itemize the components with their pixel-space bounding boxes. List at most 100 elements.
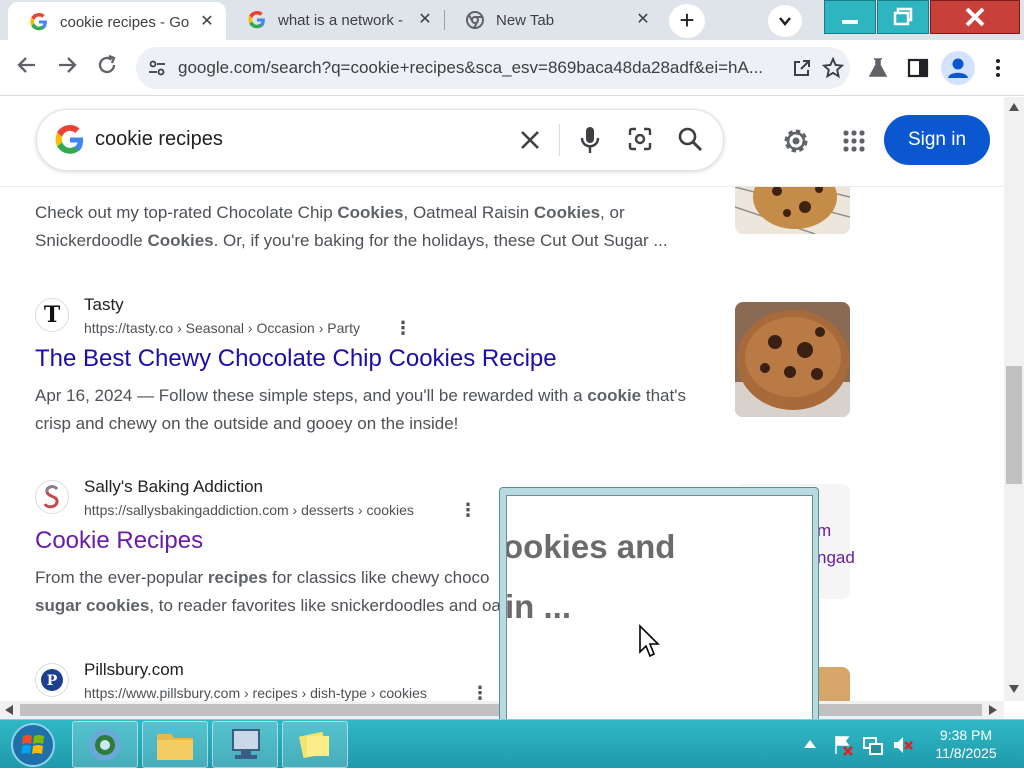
- partial-link-line: m: [817, 521, 832, 540]
- result-snippet: Apr 16, 2024 — Follow these simple steps…: [35, 386, 686, 433]
- vertical-scroll-thumb[interactable]: [1006, 366, 1022, 484]
- action-center-flag-icon[interactable]: [832, 734, 854, 756]
- taskbar-notes-app[interactable]: [282, 721, 348, 768]
- result-url[interactable]: https://tasty.co › Seasonal › Occasion ›…: [84, 320, 360, 336]
- network-icon[interactable]: [862, 734, 884, 756]
- clear-search-icon[interactable]: [519, 129, 541, 151]
- result-options-icon[interactable]: ⋮: [459, 501, 477, 519]
- result-url[interactable]: https://sallysbakingaddiction.com › dess…: [84, 502, 414, 518]
- result-title-link[interactable]: Cookie Recipes: [35, 527, 203, 555]
- computer-icon: [232, 729, 260, 759]
- search-icon[interactable]: [677, 126, 703, 152]
- google-g-icon: [30, 13, 48, 31]
- show-hidden-icons-icon[interactable]: [804, 740, 816, 748]
- back-button[interactable]: [13, 54, 41, 82]
- gear-icon[interactable]: [781, 126, 811, 156]
- mouse-cursor-icon: [639, 624, 660, 658]
- browser-app-icon: [89, 729, 121, 761]
- pillsbury-favicon: P: [35, 663, 69, 697]
- share-icon[interactable]: [792, 58, 812, 78]
- restore-icon: [893, 7, 913, 26]
- more-menu-icon[interactable]: [986, 56, 1010, 80]
- profile-avatar[interactable]: [941, 51, 975, 85]
- partial-link-line: ngad: [817, 548, 855, 567]
- windows-logo-icon: [11, 723, 55, 767]
- minimize-button[interactable]: [824, 0, 876, 34]
- result-site-name[interactable]: Pillsbury.com: [84, 660, 184, 680]
- clock-time: 9:38 PM: [939, 727, 993, 743]
- tab-cookie-recipes[interactable]: cookie recipes - Go ✕: [8, 2, 226, 42]
- reload-icon: [98, 54, 116, 74]
- apps-grid-icon[interactable]: [842, 129, 866, 153]
- chevron-down-icon: [779, 17, 791, 26]
- magnified-text: in ...: [506, 588, 571, 625]
- result-thumbnail[interactable]: [735, 302, 850, 417]
- chrome-icon: [466, 11, 484, 29]
- scroll-down-arrow-icon[interactable]: [1009, 685, 1019, 693]
- new-tab-button[interactable]: +: [669, 4, 705, 38]
- result-snippet: Check out my top-rated Chocolate Chip Co…: [35, 203, 668, 250]
- partial-link-text[interactable]: m ngad: [817, 517, 855, 571]
- result-url[interactable]: https://www.pillsbury.com › recipes › di…: [84, 685, 427, 701]
- microphone-icon[interactable]: [579, 125, 601, 155]
- cookie-image: [735, 187, 850, 234]
- tab-label: what is a network -: [278, 11, 404, 29]
- minimize-icon: [842, 20, 858, 24]
- search-header: cookie recipes Sign in: [0, 97, 1004, 187]
- scroll-left-arrow-icon[interactable]: [5, 705, 13, 715]
- forward-button[interactable]: [53, 54, 81, 82]
- result-options-icon[interactable]: ⋮: [394, 319, 412, 337]
- taskbar-chrome-app[interactable]: [72, 721, 138, 768]
- result-site-name[interactable]: Tasty: [84, 295, 124, 315]
- magnified-text: ookies and: [506, 528, 676, 565]
- close-tab-icon[interactable]: ✕: [198, 13, 216, 31]
- tab-label: New Tab: [496, 11, 555, 29]
- google-g-icon: [248, 11, 266, 29]
- tab-search-button[interactable]: [768, 5, 802, 37]
- scroll-up-arrow-icon[interactable]: [1009, 103, 1019, 111]
- person-icon: [948, 58, 968, 78]
- volume-muted-icon[interactable]: [892, 734, 914, 756]
- side-panel-icon[interactable]: [906, 56, 930, 80]
- result-thumbnail[interactable]: [735, 187, 850, 234]
- magnifier-view: ookies and in ...: [506, 495, 813, 725]
- labs-flask-icon[interactable]: [866, 56, 890, 80]
- svg-text:P: P: [47, 673, 58, 689]
- site-settings-icon[interactable]: [148, 59, 166, 77]
- restore-button[interactable]: [877, 0, 929, 34]
- result-title-link[interactable]: The Best Chewy Chocolate Chip Cookies Re…: [35, 345, 557, 373]
- result-site-name[interactable]: Sally's Baking Addiction: [84, 477, 263, 497]
- google-g-icon: [55, 125, 84, 154]
- system-clock[interactable]: 9:38 PM 11/8/2025: [928, 726, 1004, 762]
- taskbar-network-app[interactable]: [212, 721, 278, 768]
- sign-in-button[interactable]: Sign in: [884, 115, 990, 165]
- close-window-button[interactable]: [930, 0, 1020, 34]
- result-options-icon[interactable]: ⋮: [471, 684, 489, 701]
- tasty-favicon: T: [35, 298, 69, 332]
- taskbar-file-explorer[interactable]: [142, 721, 208, 768]
- close-tab-icon[interactable]: ✕: [634, 11, 652, 29]
- clock-date: 11/8/2025: [935, 745, 997, 761]
- windows-taskbar: 9:38 PM 11/8/2025: [0, 719, 1024, 768]
- arrow-right-icon: [59, 57, 77, 73]
- tab-what-is-a-network[interactable]: what is a network - ✕: [226, 0, 444, 40]
- scroll-right-arrow-icon[interactable]: [989, 705, 997, 715]
- result-snippet: From the ever-popular recipes for classi…: [35, 568, 501, 615]
- bookmark-star-icon[interactable]: [822, 57, 844, 79]
- start-button[interactable]: [8, 722, 58, 768]
- search-query-text[interactable]: cookie recipes: [95, 128, 223, 151]
- tab-strip: cookie recipes - Go ✕ what is a network …: [0, 0, 1024, 42]
- sallys-favicon: [35, 480, 69, 514]
- arrow-left-icon: [17, 57, 35, 73]
- tab-new-tab[interactable]: New Tab ✕: [444, 0, 662, 40]
- address-bar[interactable]: google.com/search?q=cookie+recipes&sca_e…: [136, 47, 850, 89]
- tab-label: cookie recipes - Go: [60, 13, 190, 31]
- close-tab-icon[interactable]: ✕: [416, 11, 434, 29]
- search-box[interactable]: cookie recipes: [36, 109, 724, 171]
- reload-button[interactable]: [93, 54, 121, 82]
- folder-icon: [157, 734, 193, 760]
- sticky-note-icon: [298, 731, 329, 759]
- camera-lens-icon[interactable]: [627, 126, 653, 152]
- magnifier-window[interactable]: ookies and in ...: [499, 487, 819, 731]
- browser-toolbar: google.com/search?q=cookie+recipes&sca_e…: [0, 40, 1024, 96]
